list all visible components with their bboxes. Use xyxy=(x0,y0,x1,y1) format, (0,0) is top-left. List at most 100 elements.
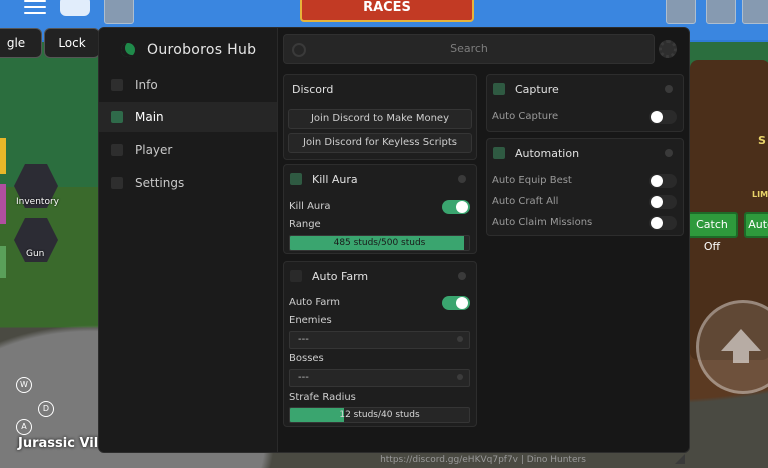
auto-button[interactable]: Auto xyxy=(744,212,768,238)
compass-w: W xyxy=(16,377,32,393)
range-slider-text: 485 studs/500 studs xyxy=(333,238,426,248)
enemies-dropdown[interactable]: --- xyxy=(289,331,470,349)
bosses-label-row: Bosses xyxy=(289,352,470,366)
toggle-knob xyxy=(651,196,663,208)
join-discord-money-button[interactable]: Join Discord to Make Money xyxy=(288,109,472,129)
hotbar-slot-green[interactable] xyxy=(0,246,6,278)
kill-aura-title: Kill Aura xyxy=(312,172,358,186)
discord-title: Discord xyxy=(292,82,334,96)
footer-text: https://discord.gg/eHKVq7pf7v | Dino Hun… xyxy=(277,452,689,468)
resize-handle-icon[interactable] xyxy=(675,454,685,464)
lock-button[interactable]: Lock xyxy=(44,28,100,58)
arrow-up-icon xyxy=(721,329,761,351)
auto-craft-row: Auto Craft All xyxy=(492,193,677,211)
auto-capture-label: Auto Capture xyxy=(492,111,559,122)
auto-farm-icon xyxy=(290,270,302,282)
compass-d: D xyxy=(38,401,54,417)
join-discord-keyless-button[interactable]: Join Discord for Keyless Scripts xyxy=(288,133,472,153)
auto-craft-toggle[interactable] xyxy=(649,195,677,209)
bosses-label: Bosses xyxy=(289,353,324,364)
moon-logo-icon xyxy=(121,43,135,57)
bosses-value: --- xyxy=(298,372,309,383)
nav-item-info[interactable]: Info xyxy=(99,70,277,100)
auto-farm-toggle[interactable] xyxy=(442,296,470,310)
hub-sidebar: Ouroboros Hub Info Main Player Settings xyxy=(99,28,278,452)
auto-equip-label: Auto Equip Best xyxy=(492,175,572,186)
hub-title-row: Ouroboros Hub xyxy=(121,40,256,60)
auto-equip-toggle[interactable] xyxy=(649,174,677,188)
top-right-icon-3[interactable] xyxy=(742,0,768,24)
toggle-knob xyxy=(651,111,663,123)
top-right-icon-1[interactable] xyxy=(666,0,696,24)
kill-aura-section: Kill Aura Kill Aura Range 485 studs/500 … xyxy=(283,164,477,254)
footer-label: https://discord.gg/eHKVq7pf7v | Dino Hun… xyxy=(380,455,586,465)
races-banner[interactable]: RACES xyxy=(300,0,474,22)
hub-title: Ouroboros Hub xyxy=(147,42,257,58)
top-right-icon-2[interactable] xyxy=(706,0,736,24)
auto-farm-label: Auto Farm xyxy=(289,297,341,308)
strafe-slider[interactable]: 12 studs/40 studs xyxy=(289,407,470,423)
bosses-dropdown[interactable]: --- xyxy=(289,369,470,387)
automation-icon xyxy=(493,147,505,159)
auto-capture-toggle[interactable] xyxy=(649,110,677,124)
inventory-label: Inventory xyxy=(16,197,59,207)
collapse-icon[interactable] xyxy=(665,149,673,157)
auto-equip-row: Auto Equip Best xyxy=(492,172,677,190)
avatar-thumbnail-icon[interactable] xyxy=(104,0,134,24)
gun-label: Gun xyxy=(26,249,45,259)
side-text-s: S xyxy=(758,134,766,147)
auto-claim-label: Auto Claim Missions xyxy=(492,217,593,228)
auto-claim-toggle[interactable] xyxy=(649,216,677,230)
auto-farm-row: Auto Farm xyxy=(289,294,470,312)
settings-icon xyxy=(111,177,123,189)
collapse-icon[interactable] xyxy=(458,272,466,280)
capture-section: Capture Auto Capture xyxy=(486,74,684,132)
nav-item-main[interactable]: Main xyxy=(99,102,277,132)
player-icon xyxy=(111,144,123,156)
info-icon xyxy=(111,79,123,91)
compass-a: A xyxy=(16,419,32,435)
nav-item-label: Main xyxy=(135,110,164,124)
strafe-slider-text: 12 studs/40 studs xyxy=(339,410,420,420)
catch-off-button[interactable]: Catch Off xyxy=(686,212,738,253)
nav-item-settings[interactable]: Settings xyxy=(99,168,277,198)
collapse-icon[interactable] xyxy=(458,175,466,183)
hub-window: Ouroboros Hub Info Main Player Settings … xyxy=(98,27,690,465)
toggle-knob xyxy=(456,201,468,213)
gear-icon[interactable] xyxy=(659,40,677,58)
arrow-stem xyxy=(733,351,749,363)
toggle-knob xyxy=(651,175,663,187)
enemies-label-row: Enemies xyxy=(289,314,470,328)
enemies-label: Enemies xyxy=(289,315,332,326)
automation-section: Automation Auto Equip Best Auto Craft Al… xyxy=(486,138,684,236)
auto-craft-label: Auto Craft All xyxy=(492,196,559,207)
kill-aura-toggle[interactable] xyxy=(442,200,470,214)
section-header: Kill Aura xyxy=(284,165,476,193)
hotbar-slot-purple[interactable] xyxy=(0,184,6,224)
hotbar-slot-yellow[interactable] xyxy=(0,138,6,174)
auto-capture-row: Auto Capture xyxy=(492,108,677,126)
range-label-row: Range xyxy=(289,218,470,232)
section-header: Discord xyxy=(284,75,476,103)
search-input[interactable]: Search xyxy=(283,34,655,64)
strafe-label: Strafe Radius xyxy=(289,392,356,403)
auto-farm-title: Auto Farm xyxy=(312,269,369,283)
main-icon xyxy=(111,111,123,123)
strafe-label-row: Strafe Radius xyxy=(289,391,470,405)
menu-icon[interactable] xyxy=(24,0,46,14)
chat-icon[interactable] xyxy=(60,0,90,16)
section-header: Capture xyxy=(487,75,683,103)
capture-title: Capture xyxy=(515,82,559,96)
kill-aura-row: Kill Aura xyxy=(289,198,470,216)
side-text-lim: LIM xyxy=(752,190,768,199)
range-label: Range xyxy=(289,219,321,230)
collapse-icon[interactable] xyxy=(665,85,673,93)
chevron-down-icon xyxy=(457,374,463,380)
nav-item-player[interactable]: Player xyxy=(99,135,277,165)
capture-icon xyxy=(493,83,505,95)
discord-section: Discord Join Discord to Make Money Join … xyxy=(283,74,477,160)
toggle-button[interactable]: gle xyxy=(0,28,42,58)
section-header: Automation xyxy=(487,139,683,167)
automation-title: Automation xyxy=(515,146,580,160)
range-slider[interactable]: 485 studs/500 studs xyxy=(289,235,470,251)
